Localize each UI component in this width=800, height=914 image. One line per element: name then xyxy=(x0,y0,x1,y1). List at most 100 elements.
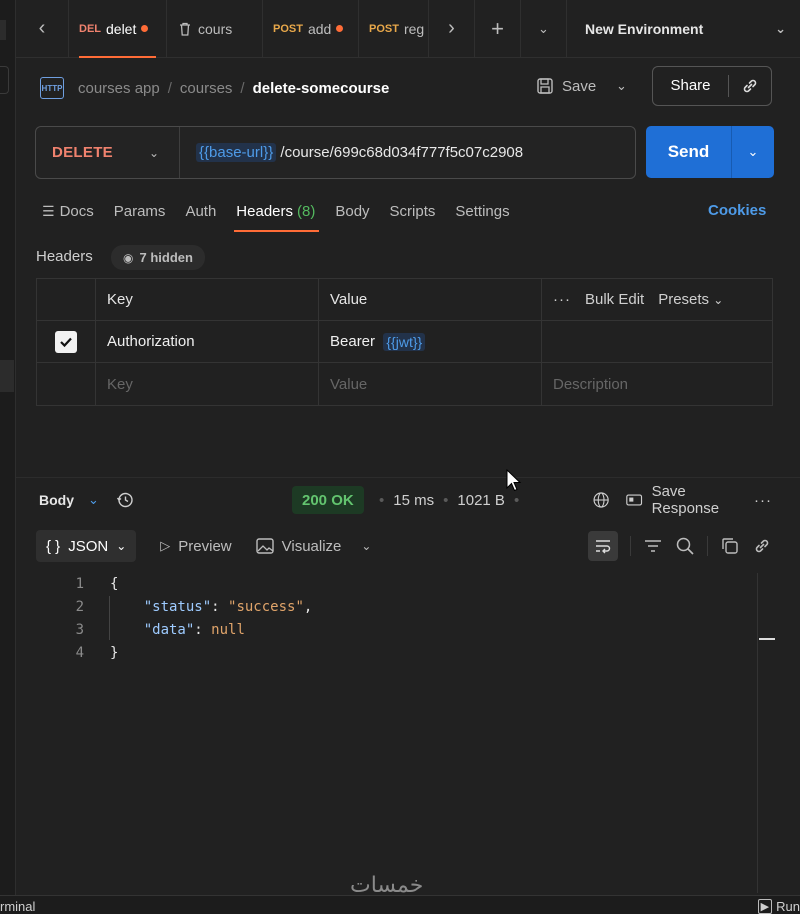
response-size[interactable]: 1021 B xyxy=(457,492,505,509)
tabs-dropdown-chevron-icon[interactable]: ⌄ xyxy=(520,0,566,58)
json-string: "success" xyxy=(228,599,304,615)
separator-dot: • xyxy=(379,491,385,509)
tab-body[interactable]: Body xyxy=(335,196,369,226)
status-badge[interactable]: 200 OK xyxy=(292,486,364,514)
headers-count: (8) xyxy=(297,202,316,220)
environment-selector[interactable]: New Environment ⌄ xyxy=(566,0,800,58)
code-text: } xyxy=(110,645,119,661)
terminal-button[interactable]: rminal xyxy=(0,899,35,914)
mouse-cursor-icon xyxy=(506,469,522,492)
tab-post-add[interactable]: POST add xyxy=(262,0,358,58)
tabs-next-icon[interactable]: › xyxy=(428,0,474,58)
divider xyxy=(630,536,631,556)
json-null: null xyxy=(211,622,245,638)
breadcrumb-separator: / xyxy=(240,79,245,97)
new-description-input[interactable]: Description xyxy=(542,363,772,405)
wrap-lines-icon[interactable] xyxy=(588,531,618,561)
new-tab-plus-icon[interactable]: + xyxy=(474,0,520,58)
more-options-icon[interactable]: ··· xyxy=(553,291,571,308)
tab-params[interactable]: Params xyxy=(114,196,166,226)
table-header-row: Key Value ··· Bulk Edit Presets ⌄ xyxy=(37,279,772,321)
chevron-down-icon[interactable]: ⌄ xyxy=(88,492,99,508)
save-label: Save xyxy=(562,77,597,95)
code-line: 4} xyxy=(56,642,312,665)
header-value[interactable]: Bearer {{jwt}} xyxy=(319,321,542,362)
breadcrumb-folder[interactable]: courses xyxy=(180,80,233,97)
visualize-button[interactable]: Visualize ⌄ xyxy=(255,537,371,555)
tab-post-reg[interactable]: POST reg xyxy=(358,0,428,58)
response-meta: • 15 ms • 1021 B • xyxy=(379,486,519,514)
more-options-icon[interactable]: ··· xyxy=(754,492,772,509)
format-select[interactable]: { } JSON ⌄ xyxy=(36,530,137,562)
header-enabled-checkbox[interactable] xyxy=(55,330,77,353)
line-number: 2 xyxy=(75,599,84,615)
separator-dot: • xyxy=(443,491,449,509)
tab-courses[interactable]: cours xyxy=(166,0,262,58)
docs-icon: ☰ xyxy=(42,202,55,219)
new-key-input[interactable]: Key xyxy=(96,363,319,405)
send-options-chevron-icon[interactable]: ⌄ xyxy=(732,126,774,178)
json-key: "data" xyxy=(143,622,195,638)
search-icon[interactable] xyxy=(675,536,695,556)
sidebar-block[interactable] xyxy=(0,66,9,94)
globe-icon[interactable] xyxy=(592,489,610,511)
save-options-chevron-icon[interactable]: ⌄ xyxy=(616,70,627,102)
response-code[interactable]: 1{ 2 "status": "success", 3 "data": null… xyxy=(56,573,313,665)
http-request-icon: HTTP xyxy=(40,77,64,99)
scrollbar-thumb[interactable] xyxy=(759,638,775,640)
cookies-link[interactable]: Cookies xyxy=(708,202,766,219)
tab-method: DEL xyxy=(79,22,101,35)
tab-delete[interactable]: DEL delet xyxy=(68,0,166,58)
filter-icon[interactable] xyxy=(643,538,663,554)
tab-auth[interactable]: Auth xyxy=(185,196,216,226)
tab-label: Params xyxy=(113,202,166,220)
new-value-input[interactable]: Value xyxy=(319,363,542,405)
presets-label: Presets xyxy=(658,291,710,308)
chevron-down-icon: ⌄ xyxy=(148,145,159,160)
save-response-button[interactable]: Save Response xyxy=(626,483,738,517)
value-variable[interactable]: {{jwt}} xyxy=(383,332,426,351)
response-divider[interactable] xyxy=(16,477,800,478)
visualize-label: Visualize xyxy=(281,537,342,555)
send-button-group: Send ⌄ xyxy=(646,126,774,178)
code-text: { xyxy=(110,576,119,592)
code-text: "status": "success", xyxy=(143,599,313,615)
code-line: 3 "data": null xyxy=(56,619,312,642)
copy-icon[interactable] xyxy=(720,536,740,556)
history-icon[interactable] xyxy=(115,490,135,510)
breadcrumb-collection[interactable]: courses app xyxy=(78,80,160,97)
scrollbar[interactable] xyxy=(757,573,775,893)
tab-settings[interactable]: Settings xyxy=(455,196,509,226)
hidden-count: 7 hidden xyxy=(139,250,193,265)
checkmark-icon xyxy=(60,337,72,347)
unsaved-dot-icon xyxy=(141,25,149,32)
tabs-prev-icon[interactable]: ‹ xyxy=(16,0,68,58)
link-icon[interactable] xyxy=(752,536,772,556)
url-input[interactable]: {{base-url}} /course/699c68d034f777f5c07… xyxy=(180,143,524,162)
image-icon xyxy=(255,538,274,554)
preview-button[interactable]: ▷ Preview xyxy=(160,538,231,555)
response-time[interactable]: 15 ms xyxy=(393,492,434,509)
request-name[interactable]: delete-somecourse xyxy=(253,80,390,97)
sidebar-block[interactable] xyxy=(0,360,14,392)
url-path: /course/699c68d034f777f5c07c2908 xyxy=(276,144,524,161)
chevron-down-icon[interactable]: ⌄ xyxy=(361,539,371,553)
tab-scripts[interactable]: Scripts xyxy=(390,196,436,226)
presets-dropdown[interactable]: Presets ⌄ xyxy=(658,291,723,308)
method-label: DELETE xyxy=(52,144,113,161)
bulk-edit-button[interactable]: Bulk Edit xyxy=(585,291,644,308)
header-key[interactable]: Authorization xyxy=(96,321,319,362)
runner-button[interactable]: ▶ Run xyxy=(757,899,800,914)
tab-headers[interactable]: Headers (8) xyxy=(234,196,320,232)
hidden-headers-toggle[interactable]: ◉ 7 hidden xyxy=(111,245,205,270)
header-description[interactable] xyxy=(542,321,772,362)
tab-label: reg xyxy=(403,20,425,37)
tab-docs[interactable]: ☰ Docs xyxy=(42,196,94,226)
copy-link-icon[interactable] xyxy=(729,76,771,96)
tab-label: delet xyxy=(106,20,137,37)
share-button[interactable]: Share xyxy=(652,66,772,106)
method-select[interactable]: DELETE ⌄ xyxy=(36,127,180,178)
send-button[interactable]: Send xyxy=(646,126,732,178)
url-variable[interactable]: {{base-url}} xyxy=(196,143,277,162)
save-button[interactable]: Save xyxy=(536,70,596,102)
